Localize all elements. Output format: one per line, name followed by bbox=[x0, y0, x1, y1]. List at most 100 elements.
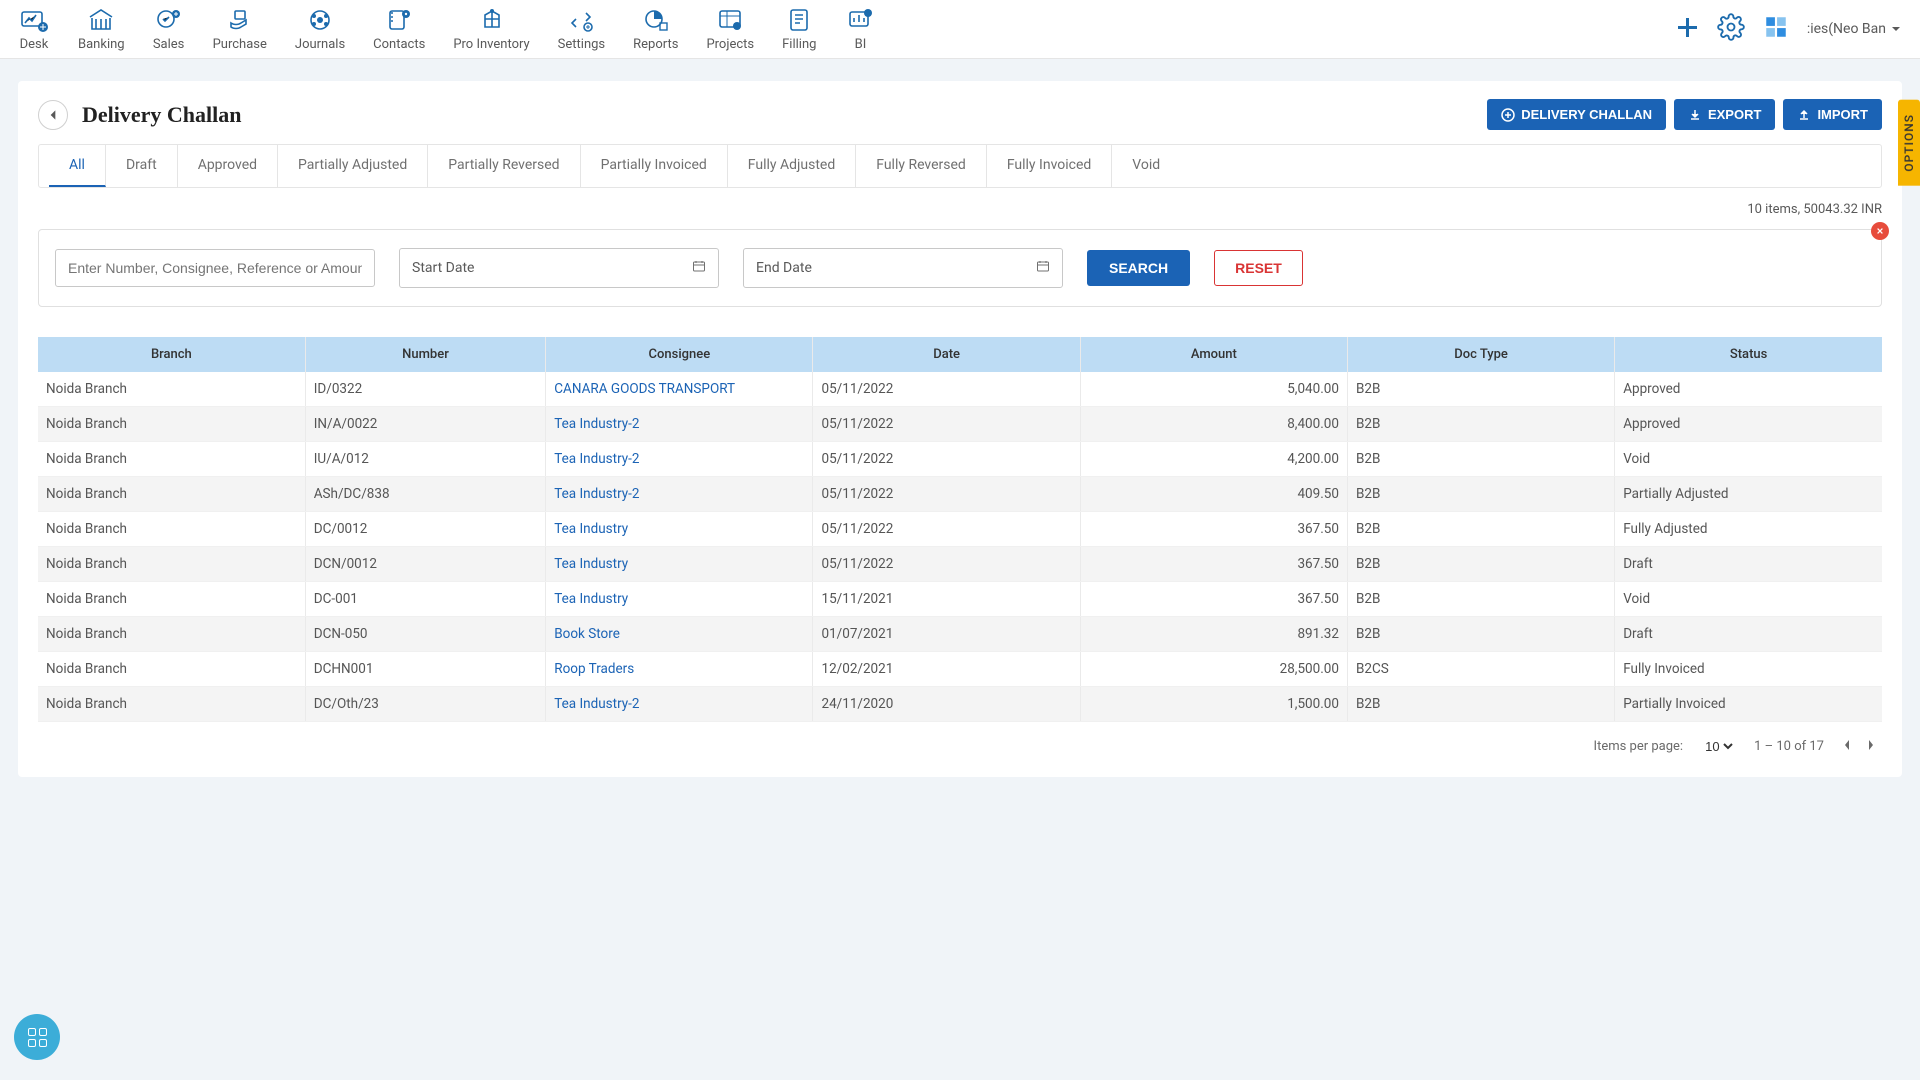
filling-icon bbox=[783, 6, 815, 34]
cell-consignee[interactable]: Tea Industry bbox=[546, 547, 813, 582]
cell-amount: 8,400.00 bbox=[1080, 407, 1347, 442]
nav-item-projects[interactable]: Projects bbox=[706, 6, 754, 52]
cell-number: ASh/DC/838 bbox=[305, 477, 546, 512]
nav-item-filling[interactable]: Filling bbox=[782, 6, 816, 52]
journals-icon bbox=[304, 6, 336, 34]
tab-partially-invoiced[interactable]: Partially Invoiced bbox=[581, 145, 728, 187]
table-row[interactable]: Noida BranchDCN/0012Tea Industry05/11/20… bbox=[38, 547, 1882, 582]
table-row[interactable]: Noida BranchIN/A/0022Tea Industry-205/11… bbox=[38, 407, 1882, 442]
cell-status: Void bbox=[1615, 582, 1882, 617]
cell-consignee[interactable]: Tea Industry-2 bbox=[546, 687, 813, 722]
cell-consignee[interactable]: Tea Industry-2 bbox=[546, 442, 813, 477]
desk-icon bbox=[18, 6, 50, 34]
create-delivery-challan-button[interactable]: DELIVERY CHALLAN bbox=[1487, 99, 1666, 130]
table-row[interactable]: Noida BranchDCN-050Book Store01/07/20218… bbox=[38, 617, 1882, 652]
cell-branch: Noida Branch bbox=[38, 652, 305, 687]
nav-item-pro-inventory[interactable]: Pro Inventory bbox=[453, 6, 529, 52]
col-branch[interactable]: Branch bbox=[38, 337, 305, 372]
col-date[interactable]: Date bbox=[813, 337, 1080, 372]
end-date-input[interactable]: End Date bbox=[743, 248, 1063, 288]
tab-void[interactable]: Void bbox=[1112, 145, 1180, 187]
tab-draft[interactable]: Draft bbox=[106, 145, 178, 187]
cell-branch: Noida Branch bbox=[38, 442, 305, 477]
nav-item-reports[interactable]: Reports bbox=[633, 6, 678, 52]
top-nav: Desk Banking Sales Purchase Journals Contacts… bbox=[0, 0, 1920, 59]
tab-partially-reversed[interactable]: Partially Reversed bbox=[428, 145, 580, 187]
tab-approved[interactable]: Approved bbox=[178, 145, 278, 187]
reports-icon bbox=[640, 6, 672, 34]
nav-item-desk[interactable]: Desk bbox=[18, 6, 50, 52]
cell-consignee[interactable]: Tea Industry-2 bbox=[546, 477, 813, 512]
cell-number: DCHN001 bbox=[305, 652, 546, 687]
app-launcher-fab[interactable] bbox=[14, 1014, 60, 1060]
tab-all[interactable]: All bbox=[49, 145, 106, 187]
col-amount[interactable]: Amount bbox=[1080, 337, 1347, 372]
plus-icon bbox=[1675, 15, 1699, 39]
table-row[interactable]: Noida BranchASh/DC/838Tea Industry-205/1… bbox=[38, 477, 1882, 512]
export-button[interactable]: EXPORT bbox=[1674, 99, 1775, 130]
col-doctype[interactable]: Doc Type bbox=[1347, 337, 1614, 372]
nav-item-journals[interactable]: Journals bbox=[295, 6, 345, 52]
table-row[interactable]: Noida BranchIU/A/012Tea Industry-205/11/… bbox=[38, 442, 1882, 477]
org-selector[interactable]: :ies(Neo Ban bbox=[1807, 21, 1902, 37]
col-consignee[interactable]: Consignee bbox=[546, 337, 813, 372]
cell-consignee[interactable]: Roop Traders bbox=[546, 652, 813, 687]
cell-branch: Noida Branch bbox=[38, 547, 305, 582]
cell-consignee[interactable]: Book Store bbox=[546, 617, 813, 652]
cell-status: Fully Invoiced bbox=[1615, 652, 1882, 687]
prev-page-button[interactable] bbox=[1842, 736, 1852, 757]
table-row[interactable]: Noida BranchDC/0012Tea Industry05/11/202… bbox=[38, 512, 1882, 547]
start-date-input[interactable]: Start Date bbox=[399, 248, 719, 288]
apps-button[interactable] bbox=[1763, 14, 1789, 44]
cell-amount: 367.50 bbox=[1080, 547, 1347, 582]
cell-consignee[interactable]: Tea Industry bbox=[546, 582, 813, 617]
options-side-tab[interactable]: OPTIONS bbox=[1898, 100, 1920, 186]
page-size-select[interactable]: 10 bbox=[1701, 738, 1736, 755]
projects-icon bbox=[714, 6, 746, 34]
import-button[interactable]: IMPORT bbox=[1783, 99, 1882, 130]
nav-label: Filling bbox=[782, 37, 816, 52]
nav-item-settings[interactable]: Settings bbox=[558, 6, 605, 52]
tab-partially-adjusted[interactable]: Partially Adjusted bbox=[278, 145, 428, 187]
settings-icon bbox=[565, 6, 597, 34]
challan-table: Branch Number Consignee Date Amount Doc … bbox=[38, 337, 1882, 722]
table-row[interactable]: Noida BranchDC-001Tea Industry15/11/2021… bbox=[38, 582, 1882, 617]
nav-item-purchase[interactable]: Purchase bbox=[213, 6, 267, 52]
nav-item-contacts[interactable]: Contacts bbox=[373, 6, 425, 52]
back-button[interactable] bbox=[38, 100, 68, 130]
cell-date: 05/11/2022 bbox=[813, 512, 1080, 547]
plus-circle-icon bbox=[1501, 108, 1515, 122]
table-row[interactable]: Noida BranchID/0322CANARA GOODS TRANSPOR… bbox=[38, 372, 1882, 407]
close-search-panel[interactable] bbox=[1871, 222, 1889, 240]
cell-doctype: B2B bbox=[1347, 477, 1614, 512]
nav-item-banking[interactable]: Banking bbox=[78, 6, 125, 52]
reset-button[interactable]: RESET bbox=[1214, 250, 1303, 286]
table-row[interactable]: Noida BranchDC/Oth/23Tea Industry-224/11… bbox=[38, 687, 1882, 722]
add-button[interactable] bbox=[1675, 12, 1699, 47]
cell-date: 24/11/2020 bbox=[813, 687, 1080, 722]
cell-consignee[interactable]: CANARA GOODS TRANSPORT bbox=[546, 372, 813, 407]
table-row[interactable]: Noida BranchDCHN001Roop Traders12/02/202… bbox=[38, 652, 1882, 687]
nav-label: BI bbox=[855, 37, 867, 52]
col-number[interactable]: Number bbox=[305, 337, 546, 372]
cell-number: IU/A/012 bbox=[305, 442, 546, 477]
search-button[interactable]: SEARCH bbox=[1087, 250, 1190, 286]
search-input[interactable] bbox=[55, 249, 375, 287]
settings-button[interactable] bbox=[1717, 13, 1745, 45]
tab-fully-adjusted[interactable]: Fully Adjusted bbox=[728, 145, 856, 187]
next-page-button[interactable] bbox=[1866, 736, 1876, 757]
cell-consignee[interactable]: Tea Industry-2 bbox=[546, 407, 813, 442]
nav-label: Reports bbox=[633, 37, 678, 52]
col-status[interactable]: Status bbox=[1615, 337, 1882, 372]
nav-label: Contacts bbox=[373, 37, 425, 52]
cell-consignee[interactable]: Tea Industry bbox=[546, 512, 813, 547]
nav-item-bi[interactable]: BI bbox=[844, 6, 876, 52]
tab-fully-reversed[interactable]: Fully Reversed bbox=[856, 145, 987, 187]
header-actions: DELIVERY CHALLAN EXPORT IMPORT bbox=[1487, 99, 1882, 130]
nav-label: Desk bbox=[20, 37, 49, 52]
tab-fully-invoiced[interactable]: Fully Invoiced bbox=[987, 145, 1112, 187]
cell-amount: 4,200.00 bbox=[1080, 442, 1347, 477]
purchase-icon bbox=[224, 6, 256, 34]
nav-item-sales[interactable]: Sales bbox=[153, 6, 185, 52]
cell-date: 05/11/2022 bbox=[813, 547, 1080, 582]
